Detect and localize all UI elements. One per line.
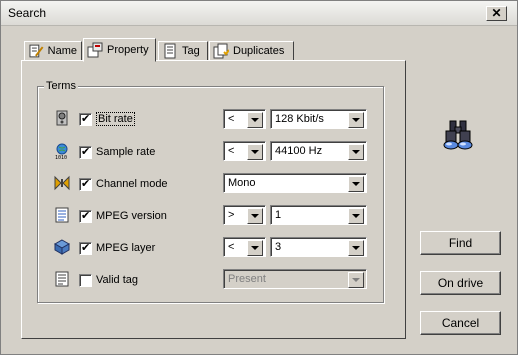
pencil-doc-icon [29,44,44,58]
cancel-button[interactable]: Cancel [420,311,501,335]
on-drive-button[interactable]: On drive [420,271,501,295]
tab-property[interactable]: Property [83,38,156,62]
binoculars-icon [443,120,473,150]
tab-tag-label: Tag [182,45,200,57]
tab-duplicates[interactable]: Duplicates [209,41,294,61]
tab-property-label: Property [107,44,149,56]
tab-name-label: Name [47,45,77,57]
find-button[interactable]: Find [420,231,501,255]
window-title: Search [8,6,47,20]
tab-tag[interactable]: Tag [158,41,208,61]
close-button[interactable]: ✕ [486,6,507,21]
tab-name[interactable]: Name [24,41,82,61]
property-tab-panel [21,60,406,339]
title-bar: Search ✕ [1,1,517,26]
duplicates-icon [213,43,229,59]
tag-doc-icon [164,43,176,59]
tab-duplicates-label: Duplicates [233,45,285,57]
property-icon [87,42,103,58]
